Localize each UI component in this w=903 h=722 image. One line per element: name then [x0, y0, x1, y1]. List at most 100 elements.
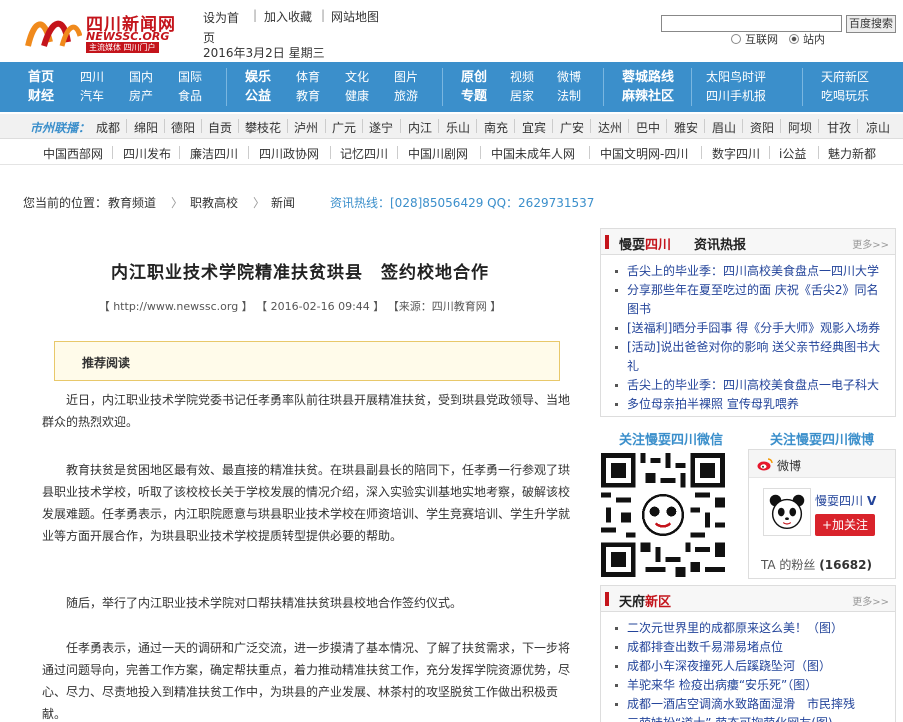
nav-item[interactable]: 食品: [178, 87, 202, 106]
friend-link[interactable]: 数字四川: [712, 145, 760, 162]
search-option-site[interactable]: 站内: [789, 31, 825, 47]
weibo-follow-button[interactable]: +加关注: [815, 514, 875, 536]
nav-item[interactable]: 健康: [345, 87, 369, 106]
friend-separator: [589, 146, 590, 159]
panda-avatar-icon[interactable]: [763, 488, 811, 536]
nav-item[interactable]: 国际: [178, 68, 202, 87]
news-item[interactable]: 多位母亲拍半裸照 宣传母乳喂养: [611, 395, 889, 414]
friend-link[interactable]: 四川政协网: [259, 145, 319, 162]
city-link[interactable]: 绵阳: [134, 119, 158, 136]
nav-item[interactable]: 财经: [28, 87, 54, 106]
nav-item[interactable]: 国内: [129, 68, 153, 87]
news-item[interactable]: 舌尖上的毕业季：四川高校美食盘点一电子科大: [611, 376, 889, 395]
city-link[interactable]: 自贡: [208, 119, 232, 136]
friend-link[interactable]: i公益: [779, 145, 806, 162]
news-item[interactable]: [送福利]晒分手囧事 得《分手大师》观影入场券: [611, 319, 889, 338]
city-link[interactable]: 遂宁: [369, 119, 393, 136]
tianfu-news-more-link[interactable]: 更多>>: [852, 593, 889, 608]
city-link[interactable]: 南充: [484, 119, 508, 136]
nav-item[interactable]: 旅游: [394, 87, 418, 106]
news-item[interactable]: 三萌娃扮“道士” 萌态可掬萌化网友(图): [611, 714, 889, 722]
friend-link[interactable]: 廉洁四川: [190, 145, 238, 162]
city-link[interactable]: 宜宾: [522, 119, 546, 136]
city-separator: [818, 119, 819, 133]
nav-item[interactable]: 公益: [245, 87, 271, 106]
set-homepage-link[interactable]: 设为首页: [203, 8, 243, 48]
news-item[interactable]: 成都排查出数千易滞易堵点位: [611, 638, 889, 657]
nav-divider: [802, 68, 803, 106]
nav-col-12: 蓉城路线 麻辣社区: [622, 68, 674, 106]
nav-item[interactable]: 居家: [510, 87, 534, 106]
nav-item[interactable]: 体育: [296, 68, 320, 87]
nav-item[interactable]: 四川手机报: [706, 87, 766, 106]
city-link[interactable]: 雅安: [674, 119, 698, 136]
friend-link[interactable]: 记忆四川: [340, 145, 388, 162]
friend-link[interactable]: 魅力新都: [828, 145, 876, 162]
nav-item[interactable]: 蓉城路线: [622, 68, 674, 87]
nav-item[interactable]: 太阳鸟时评: [706, 68, 766, 87]
site-logo[interactable]: 四川新闻网 NEWSSC.ORG 主流媒体 四川门户: [24, 10, 184, 54]
city-link[interactable]: 攀枝花: [245, 119, 281, 136]
nav-item[interactable]: 四川: [80, 68, 104, 87]
add-favorite-link[interactable]: 加入收藏: [264, 8, 312, 25]
search-input[interactable]: [661, 15, 842, 32]
nav-item[interactable]: 麻辣社区: [622, 87, 674, 106]
news-item[interactable]: 舌尖上的毕业季：四川高校美食盘点一四川大学: [611, 262, 889, 281]
baidu-search-button[interactable]: 百度搜索: [846, 15, 896, 33]
breadcrumb-item[interactable]: 教育频道: [108, 194, 156, 211]
nav-item[interactable]: 汽车: [80, 87, 104, 106]
hot-news-box: 慢耍四川 资讯热报 更多>> 舌尖上的毕业季：四川高校美食盘点一四川大学 分享那…: [600, 228, 896, 417]
nav-item[interactable]: 专题: [461, 87, 487, 106]
news-item[interactable]: 二次元世界里的成都原来这么美！（图）: [611, 619, 889, 638]
hot-news-more-link[interactable]: 更多>>: [852, 236, 889, 251]
city-separator: [164, 119, 165, 133]
sitemap-link[interactable]: 网站地图: [331, 8, 379, 25]
news-item[interactable]: 成都一酒店空调滴水致路面湿滑 市民摔残: [611, 695, 889, 714]
nav-item[interactable]: 首页: [28, 68, 54, 87]
city-link[interactable]: 达州: [598, 119, 622, 136]
city-link[interactable]: 成都: [96, 119, 120, 136]
city-link[interactable]: 眉山: [712, 119, 736, 136]
friend-link[interactable]: 中国文明网-四川: [600, 145, 688, 162]
news-item[interactable]: 分享那些年在夏至吃过的面 庆祝《舌尖2》同名图书: [611, 281, 889, 319]
nav-item[interactable]: 吃喝玩乐: [821, 87, 869, 106]
city-link[interactable]: 泸州: [294, 119, 318, 136]
nav-col-9: 原创 专题: [461, 68, 487, 106]
city-separator: [238, 119, 239, 133]
nav-item[interactable]: 娱乐: [245, 68, 271, 87]
city-link[interactable]: 乐山: [446, 119, 470, 136]
nav-item[interactable]: 视频: [510, 68, 534, 87]
weibo-account-name[interactable]: 慢耍四川 V: [815, 492, 876, 509]
nav-item[interactable]: 法制: [557, 87, 581, 106]
article-paragraph: 随后，举行了内江职业技术学院对口帮扶精准扶贫珙县校地合作签约仪式。: [66, 596, 463, 610]
city-link[interactable]: 巴中: [636, 119, 660, 136]
city-link[interactable]: 广安: [560, 119, 584, 136]
nav-item[interactable]: 教育: [296, 87, 320, 106]
nav-item[interactable]: 图片: [394, 68, 418, 87]
news-item[interactable]: 羊驼来华 检疫出病瘻“安乐死”（图）: [611, 676, 889, 695]
news-item[interactable]: 成都小车深夜撞死人后蹊跷坠河（图）: [611, 657, 889, 676]
search-option-web[interactable]: 互联网: [731, 31, 778, 47]
friend-separator: [112, 146, 113, 159]
friend-link[interactable]: 中国川剧网: [408, 145, 468, 162]
friend-separator: [480, 146, 481, 159]
city-link[interactable]: 德阳: [171, 119, 195, 136]
news-item[interactable]: [活动]说出爸爸对你的影响 送父亲节经典图书大礼: [611, 338, 889, 376]
nav-item[interactable]: 房产: [129, 87, 153, 106]
nav-item[interactable]: 微博: [557, 68, 581, 87]
city-link[interactable]: 凉山: [866, 119, 890, 136]
city-link[interactable]: 甘孜: [827, 119, 851, 136]
friend-link[interactable]: 四川发布: [123, 145, 171, 162]
nav-item[interactable]: 天府新区: [821, 68, 869, 87]
top-bar: 四川新闻网 NEWSSC.ORG 主流媒体 四川门户 设为首页 | 加入收藏 |…: [0, 0, 903, 62]
friend-link[interactable]: 中国未成年人网: [491, 145, 575, 162]
breadcrumb-item[interactable]: 职教高校: [190, 194, 238, 211]
nav-item[interactable]: 文化: [345, 68, 369, 87]
friend-link[interactable]: 中国西部网: [43, 145, 103, 162]
header-accent: [605, 235, 609, 249]
nav-item[interactable]: 原创: [461, 68, 487, 87]
city-link[interactable]: 阿坝: [788, 119, 812, 136]
city-link[interactable]: 资阳: [750, 119, 774, 136]
city-link[interactable]: 广元: [332, 119, 356, 136]
city-link[interactable]: 内江: [408, 119, 432, 136]
